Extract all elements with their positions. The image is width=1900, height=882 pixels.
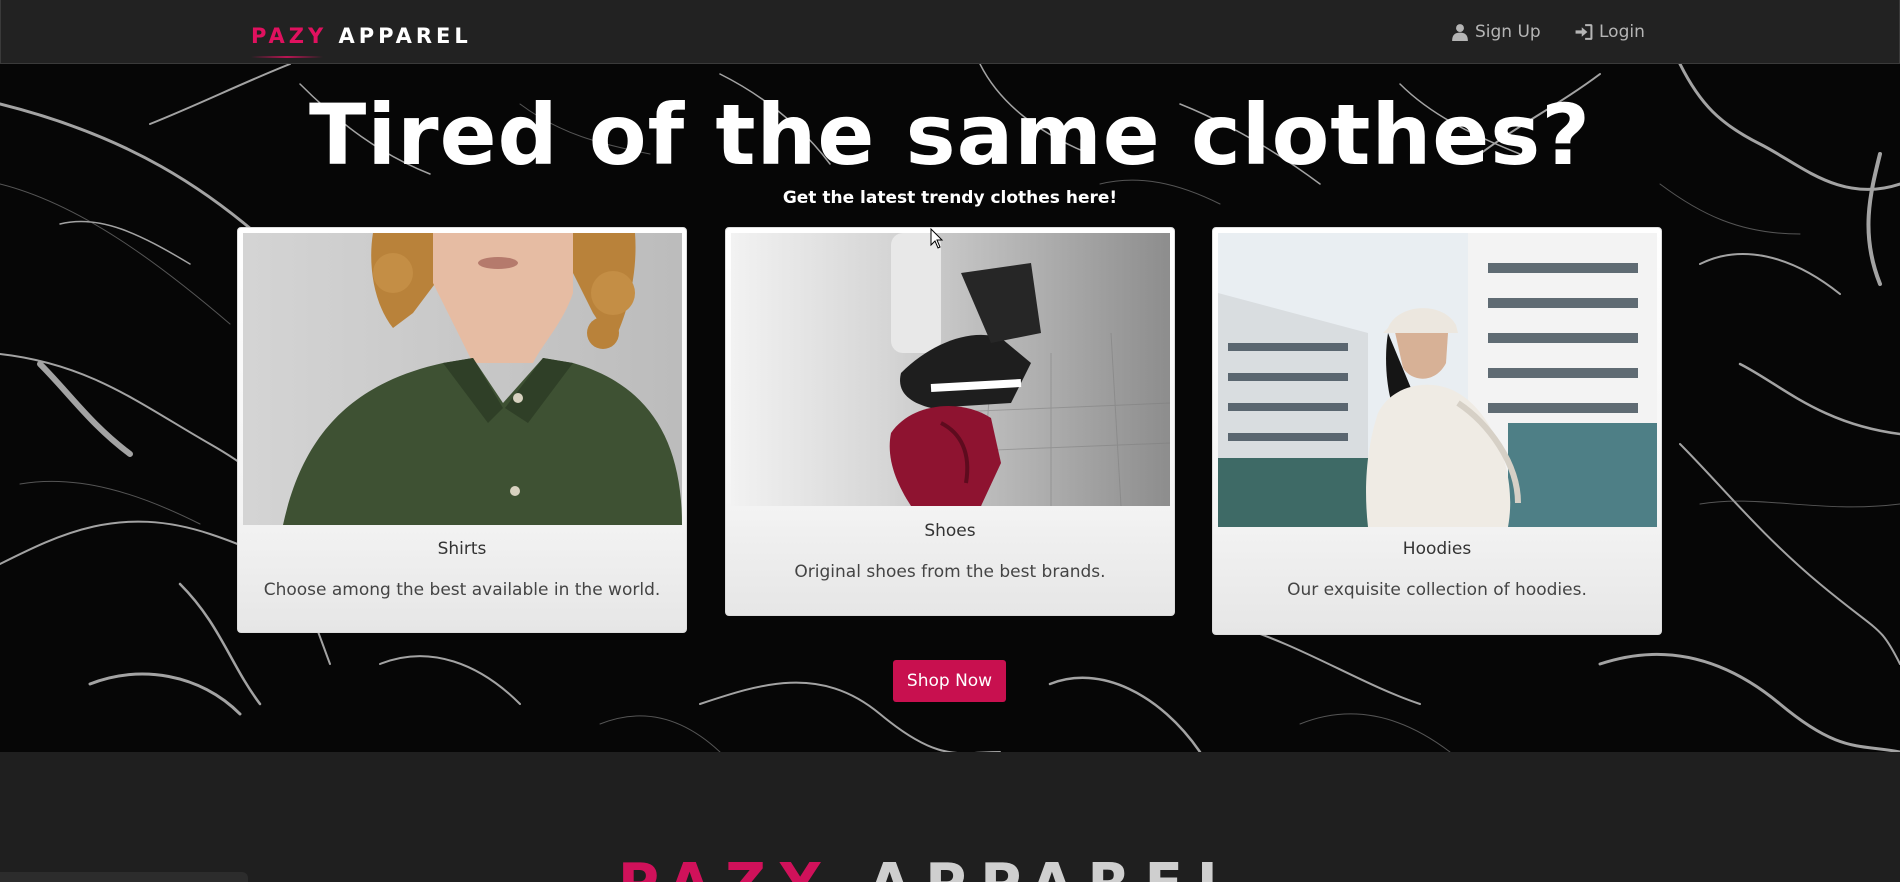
hero-section: Tired of the same clothes? Get the lates… <box>0 64 1900 752</box>
mouse-cursor-icon <box>930 228 944 249</box>
login-label: Login <box>1599 22 1645 42</box>
card-text-shoes: Original shoes from the best brands. <box>794 562 1106 582</box>
signup-label: Sign Up <box>1475 22 1541 42</box>
hero-title: Tired of the same clothes? <box>309 86 1591 184</box>
footer-brand-apparel: APPAREL <box>868 852 1247 882</box>
signup-link[interactable]: Sign Up <box>1451 20 1541 44</box>
brand-logo[interactable]: PAZY APPAREL <box>251 24 472 48</box>
footer-brand-logo: PAZY APPAREL <box>618 852 1247 882</box>
card-text-shirts: Choose among the best available in the w… <box>263 580 661 600</box>
card-title-shirts: Shirts <box>437 539 487 559</box>
card-text-hoodies: Our exquisite collection of hoodies. <box>1287 580 1587 600</box>
shirts-image <box>243 233 682 525</box>
card-title-shoes: Shoes <box>924 521 976 541</box>
footer-brand-pazy: PAZY <box>618 852 834 882</box>
hero-subtitle: Get the latest trendy clothes here! <box>782 188 1118 208</box>
hoodies-image <box>1218 233 1657 527</box>
footer-corner-tab <box>0 872 248 882</box>
brand-part-apparel: APPAREL <box>338 24 472 48</box>
navbar: PAZY APPAREL Sign Up Login <box>0 0 1900 64</box>
user-icon <box>1452 24 1468 41</box>
brand-part-pazy: PAZY <box>251 24 328 48</box>
login-icon <box>1575 24 1593 40</box>
brand-underline <box>251 56 323 58</box>
shop-now-button[interactable]: Shop Now <box>893 660 1006 702</box>
category-card-shoes[interactable]: Shoes Original shoes from the best brand… <box>725 227 1175 616</box>
shoes-image <box>731 233 1170 506</box>
footer: PAZY APPAREL <box>0 752 1900 882</box>
category-card-hoodies[interactable]: Hoodies Our exquisite collection of hood… <box>1212 227 1662 635</box>
card-title-hoodies: Hoodies <box>1402 539 1472 559</box>
login-link[interactable]: Login <box>1575 20 1645 44</box>
category-card-shirts[interactable]: Shirts Choose among the best available i… <box>237 227 687 633</box>
